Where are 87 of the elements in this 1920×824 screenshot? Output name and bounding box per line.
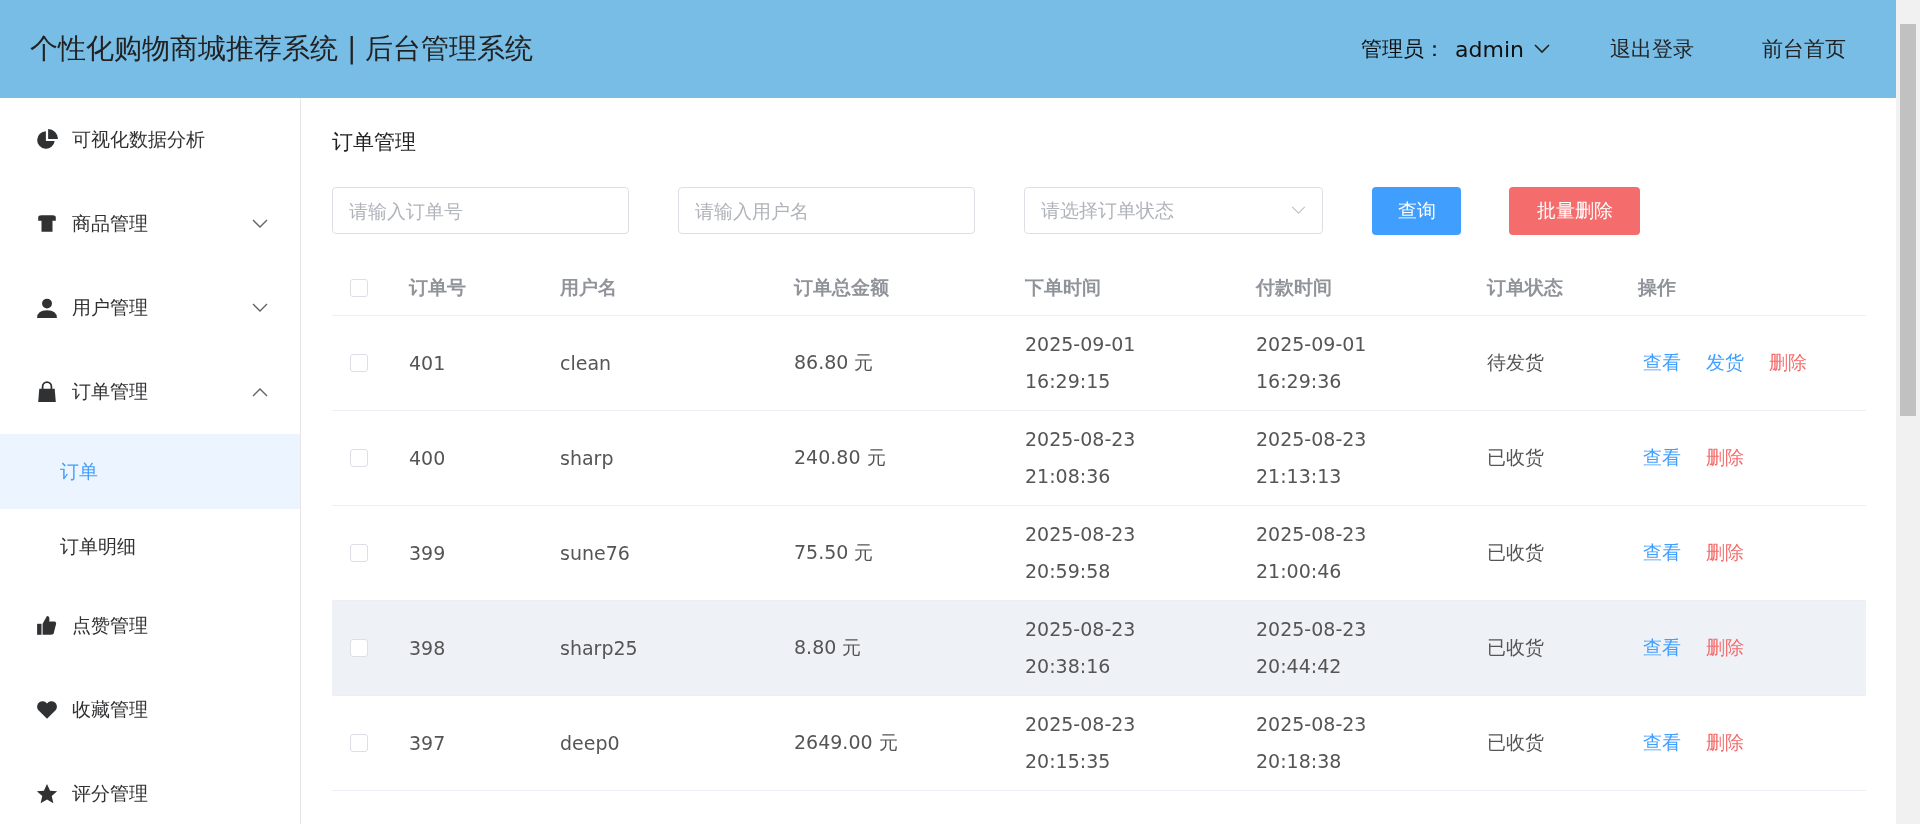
column-header: 付款时间 — [1256, 275, 1332, 298]
view-link[interactable]: 查看 — [1643, 350, 1681, 376]
row-checkbox[interactable] — [350, 354, 368, 372]
pie-chart-icon — [36, 129, 58, 151]
ship-link[interactable]: 发货 — [1706, 350, 1744, 376]
sidebar-item[interactable]: 点赞管理 — [0, 584, 300, 668]
view-link[interactable]: 查看 — [1643, 635, 1681, 661]
admin-dropdown[interactable]: admin — [1455, 36, 1550, 62]
bag-icon — [36, 381, 58, 403]
admin-label: 管理员： — [1361, 36, 1446, 63]
chevron-icon — [252, 303, 268, 313]
column-header: 订单号 — [409, 275, 466, 298]
chevron-down-icon — [1291, 206, 1306, 215]
table-cell: 240.80 元 — [794, 446, 886, 468]
table-cell: 397 — [409, 732, 446, 754]
table-cell-text: 2025-09-01 16:29:15 — [1025, 332, 1136, 394]
row-checkbox[interactable] — [350, 544, 368, 562]
table-cell: deep0 — [560, 732, 620, 754]
table-cell: sune76 — [560, 542, 630, 564]
table-cell: 8.80 元 — [794, 636, 862, 658]
user-icon — [36, 297, 58, 319]
table-cell-text: 2025-08-23 21:13:13 — [1256, 427, 1367, 489]
heart-icon — [36, 699, 58, 721]
table-cell-text: 2025-08-23 21:08:36 — [1025, 427, 1136, 489]
table-cell: 75.50 元 — [794, 541, 874, 563]
delete-link[interactable]: 删除 — [1706, 540, 1744, 566]
table-cell: 401 — [409, 352, 446, 374]
table-cell: 已收货 — [1487, 541, 1544, 563]
select-all-checkbox[interactable] — [350, 278, 368, 297]
status-select[interactable]: 请选择订单状态 — [1024, 187, 1323, 234]
table-cell-text: 2025-08-23 20:18:38 — [1256, 712, 1367, 774]
sidebar-item[interactable]: 可视化数据分析 — [0, 98, 300, 182]
view-link[interactable]: 查看 — [1643, 540, 1681, 566]
sidebar-subitem[interactable]: 订单 — [0, 434, 300, 509]
column-header: 订单状态 — [1487, 275, 1563, 298]
shirt-icon — [36, 213, 58, 235]
chevron-icon — [252, 219, 268, 229]
sidebar-item[interactable]: 评分管理 — [0, 752, 300, 824]
thumbs-up-icon — [36, 615, 58, 637]
table-cell: 已收货 — [1487, 446, 1544, 468]
table-cell-text: 2025-08-23 20:38:16 — [1025, 617, 1136, 679]
page-title: 订单管理 — [332, 129, 417, 156]
column-header: 下单时间 — [1025, 275, 1101, 298]
chevron-icon — [252, 387, 268, 397]
table-cell-text: 2025-08-23 20:44:42 — [1256, 617, 1367, 679]
star-icon — [36, 783, 58, 805]
table-cell: 待发货 — [1487, 351, 1544, 373]
delete-link[interactable]: 删除 — [1706, 635, 1744, 661]
delete-link[interactable]: 删除 — [1706, 445, 1744, 471]
table-cell: clean — [560, 352, 612, 374]
table-cell: 2649.00 元 — [794, 731, 898, 753]
column-header: 操作 — [1638, 275, 1676, 298]
column-header: 用户名 — [560, 275, 617, 298]
username-field[interactable]: 请输入用户名 — [678, 187, 975, 234]
table-cell-text: 2025-08-23 20:15:35 — [1025, 712, 1136, 774]
delete-link[interactable]: 删除 — [1769, 350, 1807, 376]
chevron-down-icon — [1534, 44, 1550, 54]
order-number-field[interactable]: 请输入订单号 — [332, 187, 629, 234]
sidebar-item[interactable]: 订单管理 — [0, 350, 300, 434]
row-checkbox[interactable] — [350, 734, 368, 752]
row-checkbox[interactable] — [350, 639, 368, 657]
table-cell: 400 — [409, 447, 446, 469]
table-cell: 86.80 元 — [794, 351, 874, 373]
query-button[interactable]: 查询 — [1372, 186, 1461, 235]
table-cell: 399 — [409, 542, 446, 564]
header-link[interactable]: 前台首页 — [1762, 35, 1846, 63]
table-cell: sharp — [560, 447, 614, 469]
column-header: 订单总金额 — [794, 275, 889, 298]
sidebar-subitem[interactable]: 订单明细 — [0, 509, 300, 584]
row-checkbox[interactable] — [350, 449, 368, 467]
sidebar-item[interactable]: 商品管理 — [0, 182, 300, 266]
delete-link[interactable]: 删除 — [1706, 730, 1744, 756]
scrollbar[interactable] — [1896, 0, 1920, 824]
table-cell: 已收货 — [1487, 636, 1544, 658]
table-cell: 已收货 — [1487, 731, 1544, 753]
header-link[interactable]: 退出登录 — [1610, 35, 1694, 63]
app-title: 个性化购物商城推荐系统 | 后台管理系统 — [30, 31, 534, 67]
table-cell-text: 2025-08-23 21:00:46 — [1256, 522, 1367, 584]
view-link[interactable]: 查看 — [1643, 445, 1681, 471]
sidebar-item[interactable]: 收藏管理 — [0, 668, 300, 752]
table-cell-text: 2025-08-23 20:59:58 — [1025, 522, 1136, 584]
view-link[interactable]: 查看 — [1643, 730, 1681, 756]
table-cell: sharp25 — [560, 637, 638, 659]
sidebar-item[interactable]: 用户管理 — [0, 266, 300, 350]
table-cell-text: 2025-09-01 16:29:36 — [1256, 332, 1367, 394]
batch-delete-button[interactable]: 批量删除 — [1509, 186, 1640, 235]
table-cell: 398 — [409, 637, 446, 659]
